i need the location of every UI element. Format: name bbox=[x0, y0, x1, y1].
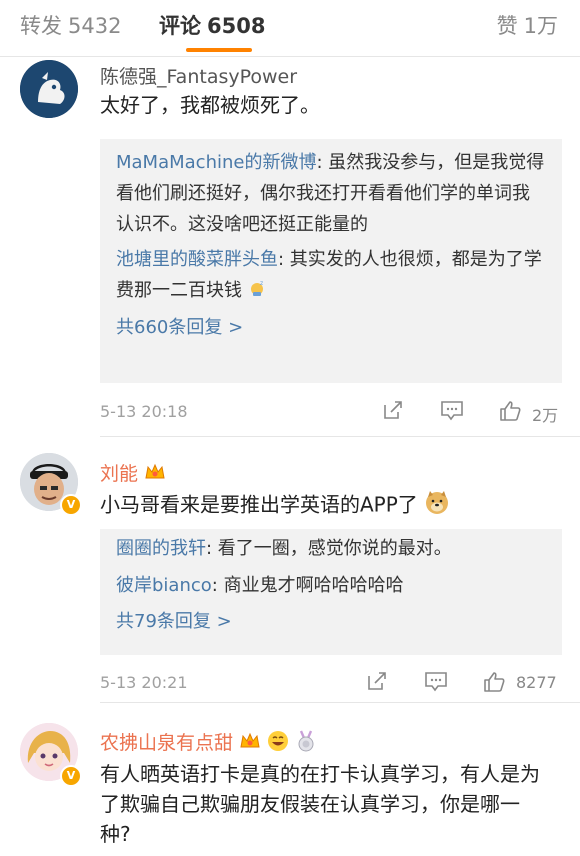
reply-author[interactable]: MaMaMachine的新微博 bbox=[116, 152, 316, 173]
tab-like-count: 1万 bbox=[523, 14, 558, 38]
tab-comment-label: 评论 bbox=[159, 14, 201, 38]
crown-icon bbox=[239, 731, 261, 756]
verified-badge: V bbox=[60, 765, 82, 787]
crown-icon bbox=[144, 462, 166, 487]
like-icon[interactable] bbox=[482, 670, 506, 698]
more-replies-link[interactable]: 共79条回复 > bbox=[100, 607, 562, 637]
comment-text-row: 小马哥看来是要推出学英语的APP了 bbox=[100, 489, 540, 523]
comment-author[interactable]: 刘能 bbox=[100, 463, 138, 485]
comment-icon[interactable] bbox=[440, 399, 464, 425]
comment-author-row: 刘能 bbox=[100, 459, 166, 487]
reply-item: 彼岸bianco: 商业鬼才啊哈哈哈哈哈 bbox=[100, 570, 562, 601]
comment-meta: 5-13 20:18 2万 bbox=[100, 399, 562, 425]
reply-item: 池塘里的酸菜胖头鱼: 其实发的人也很烦，都是为了学费那一二百块钱 z bbox=[100, 244, 562, 307]
reply-author[interactable]: 圈圈的我轩 bbox=[116, 538, 206, 559]
more-replies-link[interactable]: 共660条回复 > bbox=[100, 313, 562, 343]
doge-emoji bbox=[424, 489, 450, 523]
reply-author[interactable]: 池塘里的酸菜胖头鱼 bbox=[116, 249, 278, 270]
comment-tabs: 转发 5432 评论 6508 赞 1万 bbox=[0, 0, 580, 57]
avatar-image bbox=[20, 60, 78, 118]
comment-author[interactable]: 陈德强_FantasyPower bbox=[100, 62, 297, 89]
svg-text:z: z bbox=[260, 280, 263, 287]
comment-item: 陈德强_FantasyPower 太好了，我都被烦死了。 MaMaMachine… bbox=[0, 56, 580, 437]
comment-item: V 农拂山泉有点甜 有人晒英语打卡是真的在打卡认真学习，有人是为了欺骗自己欺骗朋… bbox=[0, 703, 580, 856]
medal-icon bbox=[295, 730, 317, 757]
comment-text: 太好了，我都被烦死了。 bbox=[100, 93, 320, 117]
like-count: 2万 bbox=[532, 406, 559, 425]
comment-text: 有人晒英语打卡是真的在打卡认真学习，有人是为了欺骗自己欺骗朋友假装在认真学习，你… bbox=[100, 762, 540, 846]
repost-icon[interactable] bbox=[382, 399, 404, 425]
like-icon[interactable] bbox=[498, 399, 522, 427]
like-count: 8277 bbox=[516, 673, 557, 692]
comment-time: 5-13 20:21 bbox=[100, 673, 188, 692]
tab-comment[interactable]: 评论 6508 bbox=[159, 10, 265, 40]
tab-repost-label: 转发 bbox=[20, 14, 62, 38]
reply-item: 圈圈的我轩: 看了一圈，感觉你说的最对。 bbox=[100, 533, 562, 564]
comment-icon[interactable] bbox=[424, 670, 448, 696]
repost-icon[interactable] bbox=[366, 670, 388, 696]
grin-emoji bbox=[267, 730, 289, 757]
reply-text: : 商业鬼才啊哈哈哈哈哈 bbox=[211, 575, 404, 596]
active-tab-indicator bbox=[186, 48, 252, 52]
verified-badge: V bbox=[60, 494, 82, 516]
comment-text: 小马哥看来是要推出学英语的APP了 bbox=[100, 492, 418, 517]
comment-item: V 刘能 小马哥看来是要推出学英语的APP了 圈圈的我轩: 看了一圈，感觉你说的… bbox=[0, 437, 580, 703]
tab-repost[interactable]: 转发 5432 bbox=[20, 10, 121, 40]
reply-item: MaMaMachine的新微博: 虽然我没参与，但是我觉得看他们刷还挺好，偶尔我… bbox=[100, 147, 562, 240]
tab-repost-count: 5432 bbox=[68, 14, 122, 38]
reply-text: : 看了一圈，感觉你说的最对。 bbox=[206, 538, 452, 559]
reply-box[interactable]: MaMaMachine的新微博: 虽然我没参与，但是我觉得看他们刷还挺好，偶尔我… bbox=[100, 139, 562, 383]
reply-author[interactable]: 彼岸bianco bbox=[116, 575, 212, 596]
avatar[interactable] bbox=[20, 60, 78, 118]
comment-meta: 5-13 20:21 8277 bbox=[100, 670, 562, 694]
sleep-emoji: z bbox=[248, 276, 266, 307]
tab-comment-count: 6508 bbox=[207, 14, 266, 38]
comment-author-row: 农拂山泉有点甜 bbox=[100, 728, 317, 757]
comment-author[interactable]: 农拂山泉有点甜 bbox=[100, 732, 233, 754]
reply-box[interactable]: 圈圈的我轩: 看了一圈，感觉你说的最对。 彼岸bianco: 商业鬼才啊哈哈哈哈… bbox=[100, 529, 562, 655]
tab-like[interactable]: 赞 1万 bbox=[497, 10, 558, 40]
tab-like-label: 赞 bbox=[496, 14, 518, 38]
comment-time: 5-13 20:18 bbox=[100, 402, 188, 421]
